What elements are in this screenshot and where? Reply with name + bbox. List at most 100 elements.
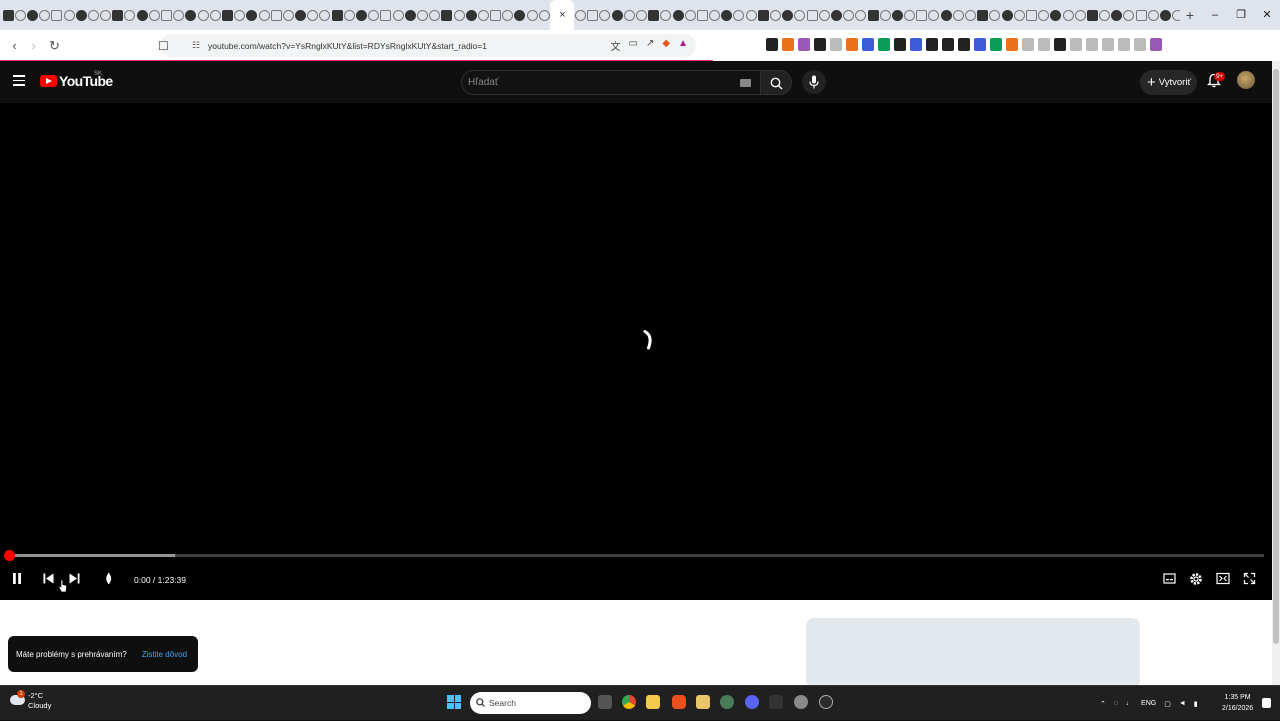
brave-browser-icon[interactable] xyxy=(672,695,686,709)
video-player[interactable]: 0:00 / 1:23:39 xyxy=(0,103,1272,600)
browser-extension-icon[interactable] xyxy=(974,38,986,51)
pinned-tab-favicon[interactable] xyxy=(587,9,599,21)
pinned-tabs[interactable]: × xyxy=(0,0,1180,30)
share-icon[interactable]: ↗ xyxy=(646,38,654,53)
pinned-tab-favicon[interactable] xyxy=(490,9,502,21)
pinned-tab-favicon[interactable] xyxy=(1013,9,1025,21)
previous-icon[interactable] xyxy=(42,572,55,585)
settings-app-icon[interactable] xyxy=(794,695,808,709)
forward-icon[interactable]: › xyxy=(25,38,42,53)
browser-extension-icon[interactable] xyxy=(878,38,890,51)
browser-extension-icon[interactable] xyxy=(894,38,906,51)
pinned-tab-favicon[interactable] xyxy=(648,9,660,21)
pinned-tab-favicon[interactable] xyxy=(757,9,769,21)
pinned-tab-favicon[interactable] xyxy=(684,9,696,21)
progress-bar[interactable] xyxy=(4,550,1264,561)
pinned-tab-favicon[interactable] xyxy=(1025,9,1037,21)
browser-extension-icon[interactable] xyxy=(1006,38,1018,51)
browser-extension-icon[interactable] xyxy=(990,38,1002,51)
pinned-tab-favicon[interactable] xyxy=(197,9,209,21)
pinned-tab-favicon[interactable] xyxy=(39,9,51,21)
pinned-tab-favicon[interactable] xyxy=(526,9,538,21)
reload-icon[interactable]: ↻ xyxy=(46,38,63,54)
pinned-tab-favicon[interactable] xyxy=(404,9,416,21)
pinned-tab-favicon[interactable] xyxy=(392,9,404,21)
browser-extension-icon[interactable] xyxy=(958,38,970,51)
pinned-tab-favicon[interactable] xyxy=(173,9,185,21)
pinned-tab-favicon[interactable] xyxy=(75,9,87,21)
pinned-tab-favicon[interactable] xyxy=(63,9,75,21)
pinned-tab-favicon[interactable] xyxy=(1172,9,1180,21)
brave-rewards-icon[interactable]: ▲ xyxy=(678,38,688,53)
notes-app-icon[interactable] xyxy=(696,695,710,709)
pinned-tab-favicon[interactable] xyxy=(830,9,842,21)
pinned-tab-favicon[interactable] xyxy=(1086,9,1098,21)
url-text[interactable]: youtube.com/watch?v=YsRnglxKUtY&list=RDY… xyxy=(208,41,487,51)
pinned-tab-favicon[interactable] xyxy=(1001,9,1013,21)
browser-extension-icon[interactable] xyxy=(1118,38,1130,51)
pinned-tab-favicon[interactable] xyxy=(672,9,684,21)
cast-icon[interactable]: ▭ xyxy=(629,38,638,53)
pinned-tab-favicon[interactable] xyxy=(709,9,721,21)
taskbar-search[interactable]: Search xyxy=(470,692,591,714)
bookmark-icon[interactable]: ☐ xyxy=(158,39,169,53)
pinned-tab-favicon[interactable] xyxy=(977,9,989,21)
chevron-up-icon[interactable]: ⌃ xyxy=(1100,700,1106,708)
extension-icons[interactable] xyxy=(766,38,1162,51)
pinned-tab-favicon[interactable] xyxy=(441,9,453,21)
search-button[interactable] xyxy=(760,70,792,95)
pinned-tab-favicon[interactable] xyxy=(477,9,489,21)
speaker-icon[interactable]: ◄ xyxy=(1179,700,1186,707)
pinned-tab-favicon[interactable] xyxy=(270,9,282,21)
pinned-tab-favicon[interactable] xyxy=(1038,9,1050,21)
volume-icon[interactable] xyxy=(102,572,115,585)
browser-extension-icon[interactable] xyxy=(798,38,810,51)
pinned-tab-favicon[interactable] xyxy=(806,9,818,21)
start-windows-icon[interactable] xyxy=(447,695,461,709)
display-icon[interactable]: ▢ xyxy=(1164,700,1171,708)
pinned-tab-favicon[interactable] xyxy=(136,9,148,21)
pinned-tab-favicon[interactable] xyxy=(1050,9,1062,21)
globe-app-icon[interactable] xyxy=(720,695,734,709)
browser-extension-icon[interactable] xyxy=(846,38,858,51)
pinned-tab-favicon[interactable] xyxy=(258,9,270,21)
pinned-tab-favicon[interactable] xyxy=(721,9,733,21)
taskbar-clock[interactable]: 1:35 PM 2/16/2026 xyxy=(1222,692,1253,714)
browser-extension-icon[interactable] xyxy=(910,38,922,51)
browser-extension-icon[interactable] xyxy=(830,38,842,51)
scrubber-handle[interactable] xyxy=(4,550,15,561)
browser-extension-icon[interactable] xyxy=(942,38,954,51)
pinned-tab-favicon[interactable] xyxy=(221,9,233,21)
discord-icon[interactable] xyxy=(745,695,759,709)
pinned-tab-favicon[interactable] xyxy=(368,9,380,21)
pinned-tab-favicon[interactable] xyxy=(502,9,514,21)
pinned-tab-favicon[interactable] xyxy=(1062,9,1074,21)
voice-search-button[interactable] xyxy=(802,70,826,94)
network-icon[interactable]: ◌ xyxy=(1114,700,1118,707)
pinned-tab-favicon[interactable] xyxy=(989,9,1001,21)
pinned-tab-favicon[interactable] xyxy=(843,9,855,21)
pinned-tab-favicon[interactable] xyxy=(891,9,903,21)
translate-icon[interactable]: 文 xyxy=(611,38,621,53)
menu-icon[interactable] xyxy=(13,75,25,86)
pinned-tab-favicon[interactable] xyxy=(660,9,672,21)
active-tab-close-button[interactable]: × xyxy=(550,0,575,30)
notification-center-icon[interactable] xyxy=(1262,698,1271,708)
pinned-tab-favicon[interactable] xyxy=(733,9,745,21)
minimize-button[interactable]: – xyxy=(1202,0,1228,30)
language-indicator[interactable]: ENG xyxy=(1141,700,1156,707)
brave-shield-icon[interactable]: ◆ xyxy=(662,38,670,53)
pinned-tab-favicon[interactable] xyxy=(1074,9,1086,21)
pinned-tab-favicon[interactable] xyxy=(356,9,368,21)
youtube-logo[interactable]: YouTube SK xyxy=(40,71,113,89)
pinned-tab-favicon[interactable] xyxy=(965,9,977,21)
pinned-tab-favicon[interactable] xyxy=(112,9,124,21)
subtitles-icon[interactable] xyxy=(1163,572,1176,585)
browser-extension-icon[interactable] xyxy=(1054,38,1066,51)
pinned-tab-favicon[interactable] xyxy=(234,9,246,21)
browser-extension-icon[interactable] xyxy=(1022,38,1034,51)
toast-link[interactable]: Zistite dôvod xyxy=(142,650,187,659)
pinned-tab-favicon[interactable] xyxy=(1099,9,1111,21)
pinned-tab-favicon[interactable] xyxy=(416,9,428,21)
pinned-tab-favicon[interactable] xyxy=(1160,9,1172,21)
